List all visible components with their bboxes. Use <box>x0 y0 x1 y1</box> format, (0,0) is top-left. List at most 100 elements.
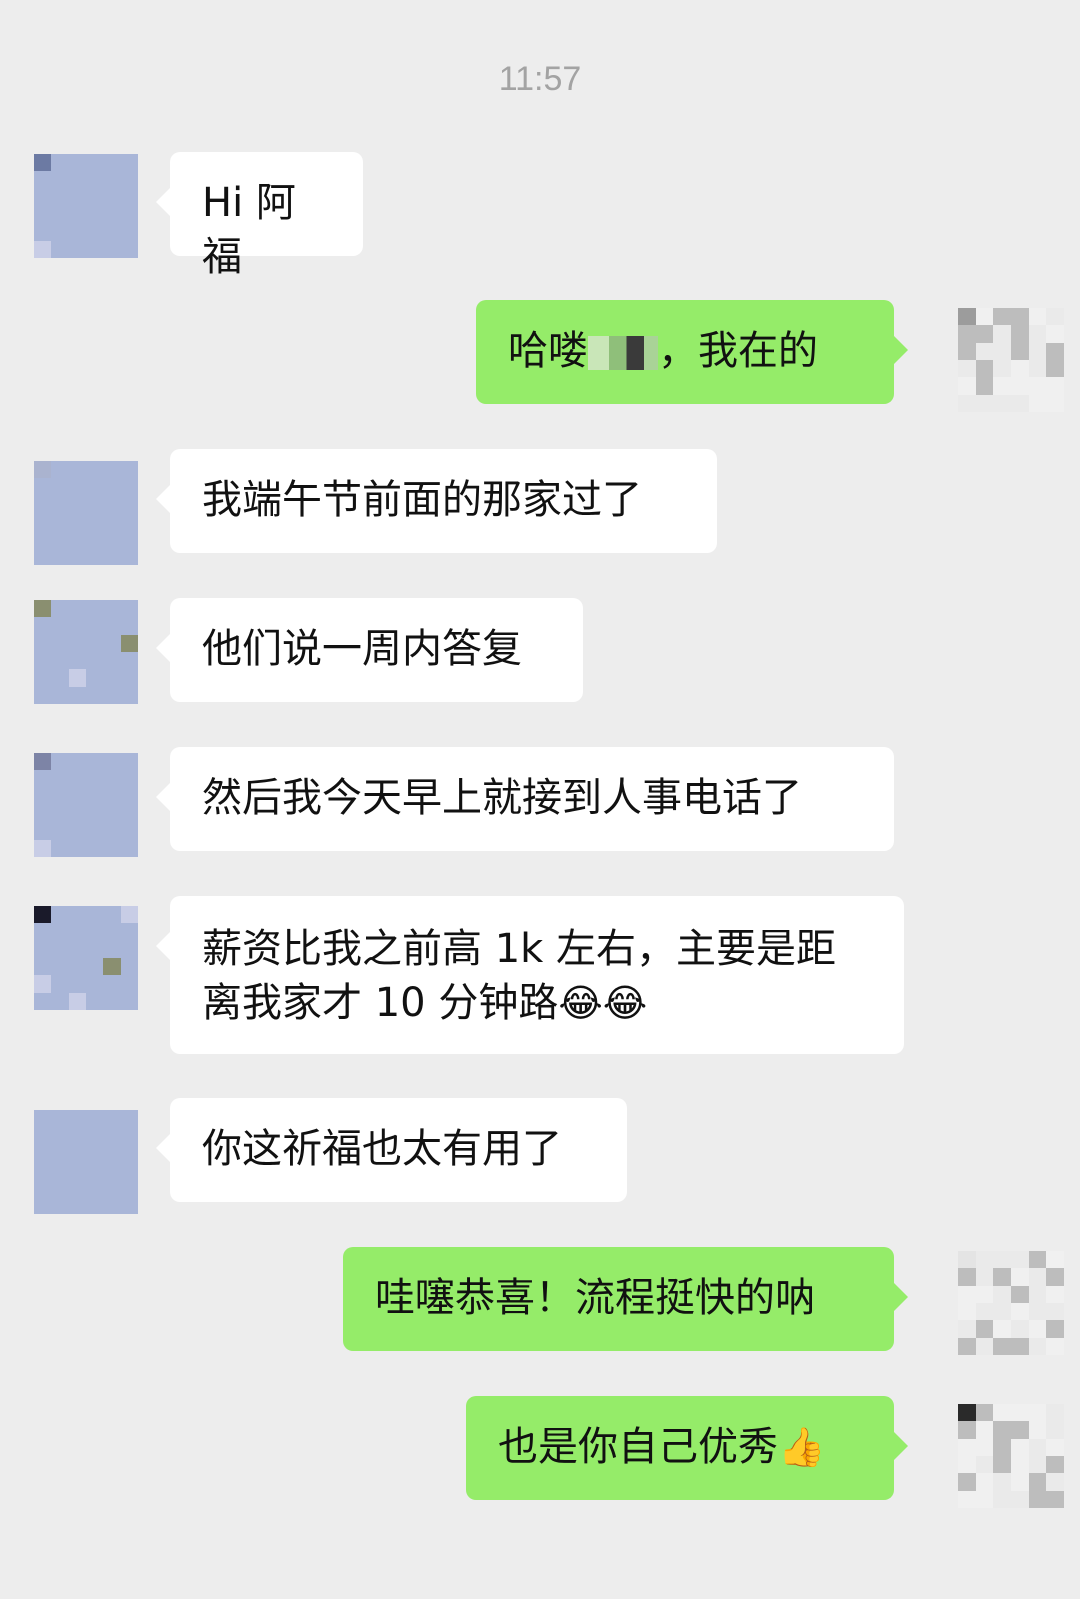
avatar-pixel <box>68 495 86 513</box>
avatar-pixel <box>86 530 104 548</box>
avatar-pixel <box>958 1438 976 1456</box>
contact-avatar[interactable] <box>34 600 138 704</box>
avatar-pixel <box>34 240 52 258</box>
avatar-pixel <box>86 669 104 687</box>
avatar-pixel <box>975 1490 994 1508</box>
avatar-pixel <box>51 787 69 805</box>
avatar-pixel <box>1010 1268 1029 1286</box>
message-text: 哇噻恭喜！流程挺快的呐 <box>375 1275 815 1321</box>
avatar-pixel <box>103 839 121 857</box>
avatar-pixel <box>1046 342 1064 360</box>
avatar-pixel <box>68 154 86 172</box>
avatar-pixel <box>68 822 86 840</box>
avatar-pixel <box>120 1110 138 1128</box>
outgoing-bubble[interactable]: 哇噻恭喜！流程挺快的呐 <box>343 1247 908 1351</box>
avatar-pixel <box>958 1337 976 1355</box>
avatar-pixel <box>120 495 138 513</box>
avatar-pixel <box>120 958 138 976</box>
avatar-pixel <box>51 753 69 771</box>
incoming-bubble[interactable]: 他们说一周内答复 <box>156 598 583 702</box>
avatar-pixel <box>1046 1320 1064 1338</box>
avatar-pixel <box>1010 1320 1029 1338</box>
avatar-pixel <box>34 1110 52 1128</box>
avatar-pixel <box>68 839 86 857</box>
avatar-pixel <box>958 1268 976 1286</box>
avatar-pixel <box>1010 1421 1029 1439</box>
avatar-pixel <box>68 805 86 823</box>
avatar-pixel <box>68 669 86 687</box>
avatar-pixel <box>51 461 69 479</box>
avatar-pixel <box>120 652 138 670</box>
avatar-pixel <box>68 975 86 993</box>
contact-avatar[interactable] <box>34 154 138 258</box>
avatar-pixel <box>86 1144 104 1162</box>
avatar-pixel <box>120 617 138 635</box>
avatar-pixel <box>86 958 104 976</box>
contact-avatar[interactable] <box>34 1110 138 1214</box>
avatar-pixel <box>993 1303 1011 1321</box>
avatar-pixel <box>51 822 69 840</box>
avatar-pixel <box>68 530 86 548</box>
avatar-pixel <box>34 652 52 670</box>
avatar-pixel <box>51 805 69 823</box>
avatar-pixel <box>975 394 994 412</box>
avatar-pixel <box>51 600 69 618</box>
incoming-bubble[interactable]: 你这祈福也太有用了 <box>156 1098 627 1202</box>
avatar-pixel <box>103 822 121 840</box>
avatar-pixel <box>1028 1320 1047 1338</box>
avatar-pixel <box>86 940 104 958</box>
avatar-pixel <box>103 975 121 993</box>
avatar-pixel <box>1046 1438 1064 1456</box>
avatar-pixel <box>1028 325 1047 343</box>
avatar-pixel <box>120 906 138 924</box>
incoming-bubble[interactable]: 我端午节前面的那家过了 <box>156 449 717 553</box>
avatar-pixel <box>34 1144 52 1162</box>
avatar-pixel <box>86 839 104 857</box>
self-avatar[interactable] <box>958 1251 1064 1355</box>
avatar-pixel <box>1046 1473 1064 1491</box>
incoming-bubble[interactable]: 薪资比我之前高 1k 左右，主要是距离我家才 10 分钟路😂😂 <box>156 896 904 1054</box>
avatar-pixel <box>993 1251 1011 1269</box>
chat-timestamp: 11:57 <box>498 60 582 98</box>
incoming-bubble[interactable]: 然后我今天早上就接到人事电话了 <box>156 747 894 851</box>
avatar-pixel <box>51 495 69 513</box>
message-row: 你这祈福也太有用了 <box>0 1098 1080 1216</box>
incoming-bubble[interactable]: Hi 阿福 <box>156 152 363 280</box>
avatar-pixel <box>1028 1268 1047 1286</box>
avatar-pixel <box>34 805 52 823</box>
avatar-pixel <box>993 394 1011 412</box>
message-text-before: 哈喽 <box>508 328 588 374</box>
avatar-pixel <box>103 513 121 531</box>
avatar-pixel <box>51 240 69 258</box>
avatar-pixel <box>51 686 69 704</box>
outgoing-bubble[interactable]: 哈喽 ，我在的 <box>476 300 908 404</box>
avatar-pixel <box>1028 1456 1047 1474</box>
contact-avatar[interactable] <box>34 461 138 565</box>
avatar-pixel <box>1010 342 1029 360</box>
self-avatar[interactable] <box>958 1404 1064 1508</box>
avatar-pixel <box>975 1421 994 1439</box>
avatar-pixel <box>120 478 138 496</box>
avatar-pixel <box>51 547 69 565</box>
avatar-pixel <box>68 753 86 771</box>
avatar-pixel <box>34 461 52 479</box>
outgoing-bubble[interactable]: 也是你自己优秀👍 <box>466 1396 908 1500</box>
avatar-pixel <box>86 753 104 771</box>
avatar-pixel <box>103 805 121 823</box>
avatar-pixel <box>958 1404 976 1422</box>
avatar-pixel <box>1028 308 1047 326</box>
contact-avatar[interactable] <box>34 906 138 1010</box>
avatar-pixel <box>120 839 138 857</box>
avatar-pixel <box>86 206 104 224</box>
contact-avatar[interactable] <box>34 753 138 857</box>
avatar-pixel <box>993 377 1011 395</box>
avatar-pixel <box>86 652 104 670</box>
avatar-pixel <box>103 940 121 958</box>
self-avatar[interactable] <box>958 308 1064 412</box>
avatar-pixel <box>68 478 86 496</box>
avatar-pixel <box>86 617 104 635</box>
avatar-pixel <box>68 547 86 565</box>
avatar-pixel <box>34 223 52 241</box>
avatar-pixel <box>103 1196 121 1214</box>
avatar-pixel <box>86 686 104 704</box>
